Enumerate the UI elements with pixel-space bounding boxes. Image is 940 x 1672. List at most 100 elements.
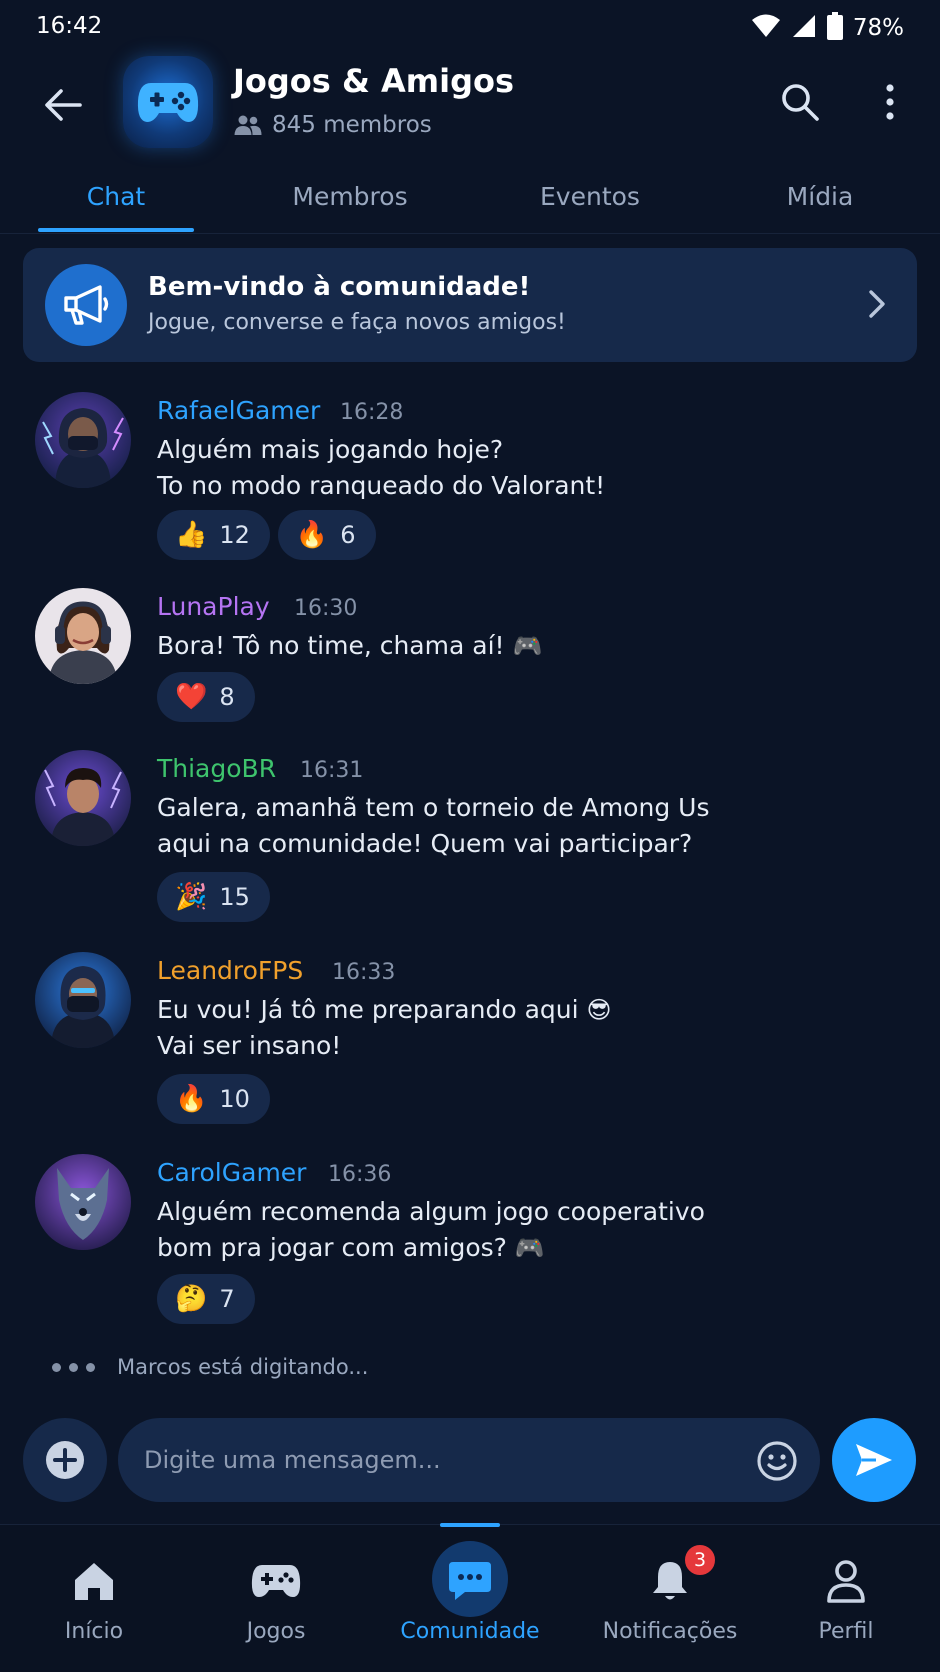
- message-line-text: Bora! Tô no time, chama aí!: [157, 631, 505, 660]
- tab-midia[interactable]: Mídia: [740, 182, 900, 211]
- megaphone-icon: [64, 285, 109, 325]
- group-name[interactable]: Jogos & Amigos: [233, 62, 514, 100]
- avatar[interactable]: [35, 588, 131, 684]
- message-line: Bora! Tô no time, chama aí! 🎮: [157, 628, 542, 664]
- avatar[interactable]: [35, 750, 131, 846]
- reaction-count: 6: [340, 521, 356, 549]
- message-text: Galera, amanhã tem o torneio de Among Us…: [157, 790, 709, 862]
- signal-icon: [791, 13, 817, 43]
- reaction-list: ❤️ 8: [157, 672, 255, 722]
- member-count: 845 membros: [272, 112, 432, 138]
- message-line: bom pra jogar com amigos? 🎮: [157, 1230, 705, 1266]
- thinking-face-icon: 🤔: [175, 1284, 208, 1314]
- message-time: 16:30: [294, 596, 358, 621]
- reaction-count: 8: [219, 683, 235, 711]
- message-line: Vai ser insano!: [157, 1031, 342, 1060]
- chat-header: Jogos & Amigos 845 membros: [0, 56, 940, 156]
- people-icon: [234, 115, 262, 135]
- nav-perfil[interactable]: Perfil: [756, 1525, 936, 1672]
- nav-label: Notificações: [602, 1619, 738, 1644]
- reaction-chip[interactable]: 👍 12: [157, 510, 270, 560]
- nav-label: Comunidade: [400, 1619, 540, 1644]
- active-tab-indicator: [38, 228, 194, 232]
- message-author[interactable]: LunaPlay: [157, 592, 270, 621]
- reaction-list: 👍 12 🔥 6: [157, 510, 376, 560]
- message-line: To no modo ranqueado do Valorant!: [157, 471, 606, 500]
- gamepad-icon: [137, 83, 199, 122]
- tab-chat[interactable]: Chat: [38, 182, 194, 211]
- tab-membros[interactable]: Membros: [270, 182, 430, 211]
- heart-icon: ❤️: [175, 682, 208, 712]
- banner-icon-circle: [45, 264, 127, 346]
- fire-icon: 🔥: [295, 520, 329, 550]
- message-author[interactable]: CarolGamer: [157, 1158, 306, 1187]
- add-attachment-button[interactable]: [23, 1418, 107, 1502]
- send-icon: [856, 1444, 892, 1476]
- reaction-chip[interactable]: 🔥 10: [157, 1074, 270, 1124]
- welcome-banner[interactable]: Bem-vindo à comunidade! Jogue, converse …: [23, 248, 917, 362]
- message-line: aqui na comunidade! Quem vai participar?: [157, 829, 693, 858]
- search-button[interactable]: [776, 78, 824, 126]
- user-icon: [816, 1553, 876, 1609]
- more-vertical-icon: [886, 84, 894, 120]
- notification-badge: 3: [683, 1543, 717, 1577]
- nav-notificacoes[interactable]: 3 Notificações: [580, 1525, 760, 1672]
- message-author[interactable]: LeandroFPS: [157, 956, 303, 985]
- wifi-icon: [751, 13, 781, 43]
- message-input[interactable]: [144, 1418, 734, 1502]
- party-popper-icon: 🎉: [175, 882, 208, 912]
- message-line: Alguém recomenda algum jogo cooperativo: [157, 1197, 705, 1226]
- message-input-container: [118, 1418, 820, 1502]
- message-time: 16:36: [328, 1162, 392, 1187]
- battery-level: 78%: [852, 15, 904, 41]
- message-text: Alguém mais jogando hoje? To no modo ran…: [157, 432, 605, 504]
- nav-comunidade[interactable]: Comunidade: [380, 1523, 560, 1672]
- message-author[interactable]: RafaelGamer: [157, 396, 320, 425]
- arrow-left-icon: [45, 89, 82, 121]
- message-author[interactable]: ThiagoBR: [157, 754, 276, 783]
- more-options-button[interactable]: [866, 78, 914, 126]
- reaction-count: 10: [219, 1085, 250, 1113]
- typing-text: Marcos está digitando...: [117, 1355, 369, 1379]
- message-line: Galera, amanhã tem o torneio de Among Us: [157, 793, 710, 822]
- message-line-text: Eu vou! Já tô me preparando aqui: [157, 995, 579, 1024]
- reaction-chip[interactable]: 🤔 7: [157, 1274, 255, 1324]
- message-time: 16:31: [300, 758, 364, 783]
- reaction-list: 🎉 15: [157, 872, 270, 922]
- gamepad-emoji-icon: 🎮: [512, 632, 543, 660]
- status-time: 16:42: [36, 13, 103, 39]
- status-bar: 16:42 78%: [0, 0, 940, 56]
- nav-jogos[interactable]: Jogos: [186, 1525, 366, 1672]
- nav-label: Jogos: [246, 1619, 306, 1644]
- active-nav-indicator: [440, 1523, 500, 1527]
- banner-title: Bem-vindo à comunidade!: [148, 272, 531, 302]
- tab-eventos[interactable]: Eventos: [510, 182, 670, 211]
- reaction-list: 🤔 7: [157, 1274, 255, 1324]
- nav-inicio[interactable]: Início: [4, 1525, 184, 1672]
- typing-indicator: Marcos está digitando...: [52, 1355, 368, 1379]
- message-text: Eu vou! Já tô me preparando aqui 😎 Vai s…: [157, 992, 612, 1064]
- reaction-count: 15: [219, 883, 250, 911]
- sunglasses-emoji-icon: 😎: [586, 996, 612, 1024]
- message-line: Eu vou! Já tô me preparando aqui 😎: [157, 992, 612, 1028]
- group-avatar[interactable]: [123, 56, 213, 148]
- nav-label: Perfil: [818, 1619, 874, 1644]
- reaction-chip[interactable]: ❤️ 8: [157, 672, 255, 722]
- back-button[interactable]: [38, 80, 88, 130]
- home-icon: [64, 1553, 124, 1609]
- reaction-chip[interactable]: 🔥 6: [277, 510, 376, 560]
- message-time: 16:33: [332, 960, 396, 985]
- message-line-text: bom pra jogar com amigos?: [157, 1233, 507, 1262]
- reaction-count: 12: [219, 521, 250, 549]
- reaction-chip[interactable]: 🎉 15: [157, 872, 270, 922]
- avatar[interactable]: [35, 1154, 131, 1250]
- emoji-button[interactable]: [754, 1438, 800, 1484]
- group-members[interactable]: 845 membros: [234, 112, 432, 138]
- avatar[interactable]: [35, 392, 131, 488]
- message-line: Alguém mais jogando hoje?: [157, 435, 504, 464]
- send-button[interactable]: [832, 1418, 916, 1502]
- plus-circle-icon: [46, 1441, 84, 1479]
- thumbs-up-icon: 👍: [175, 520, 208, 550]
- battery-icon: [826, 12, 843, 44]
- avatar[interactable]: [35, 952, 131, 1048]
